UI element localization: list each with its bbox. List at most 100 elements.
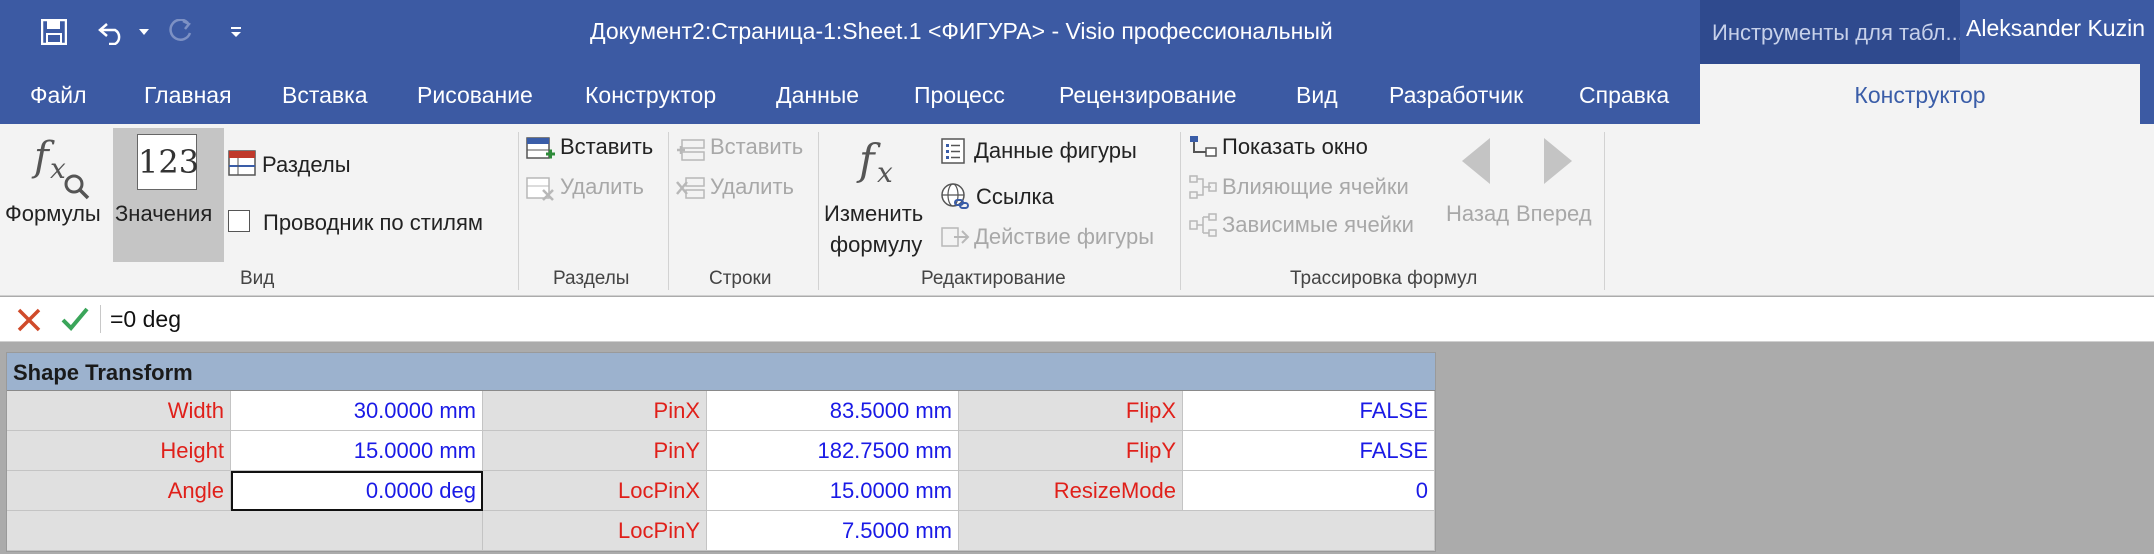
back-arrow-icon [1458,136,1494,191]
group-label-rows: Строки [709,268,772,289]
accept-icon[interactable] [60,305,90,338]
insert-row-icon [676,138,706,167]
empty-cell [959,511,1435,551]
formula-input[interactable]: =0 deg [110,306,181,333]
forward-arrow-icon [1540,136,1576,191]
user-name[interactable]: Aleksander Kuzin [1966,15,2145,42]
cell-value[interactable]: 7.5000 mm [707,511,959,551]
group-label-tracing: Трассировка формул [1290,268,1478,289]
save-icon[interactable] [34,14,74,50]
section-header[interactable]: Shape Transform [7,353,1435,391]
svg-text:x: x [877,156,893,189]
tab-review[interactable]: Рецензирование [1059,82,1237,109]
link-icon [940,182,970,215]
tab-design[interactable]: Конструктор [585,82,716,109]
tab-developer[interactable]: Разработчик [1389,82,1523,109]
undo-dropdown-icon[interactable] [134,14,154,50]
forward-button[interactable]: Вперед [1516,201,1592,227]
trace-dependents-icon [1188,212,1218,245]
insert-section-button[interactable]: Вставить [560,134,653,160]
cell-label[interactable]: Angle [7,471,231,511]
cell-value[interactable]: 182.7500 mm [707,431,959,471]
group-label-editing: Редактирование [921,268,1066,289]
formula-bar-divider [100,305,101,333]
show-window-button[interactable]: Показать окно [1222,134,1368,160]
tab-process[interactable]: Процесс [914,82,1005,109]
cell-value[interactable]: 30.0000 mm [231,391,483,431]
contextual-tab-group: Инструменты для табл... [1700,0,1960,64]
tab-help[interactable]: Справка [1579,82,1669,109]
cancel-icon[interactable] [16,307,42,338]
shapesheet-area: Shape Transform Width 30.0000 mm PinX 83… [0,342,2154,554]
empty-cell [7,511,483,551]
document-title: Документ2:Страница-1:Sheet.1 <ФИГУРА> - … [590,18,1333,44]
cell-label[interactable]: PinY [483,431,707,471]
style-explorer-checkbox[interactable] [228,210,250,232]
formulas-button[interactable]: Формулы [5,201,101,227]
cell-value[interactable]: 83.5000 mm [707,391,959,431]
sections-icon [228,150,256,181]
shape-action-button[interactable]: Действие фигуры [974,224,1154,250]
formula-bar: =0 deg [0,297,2154,342]
delete-row-icon [676,176,706,205]
group-separator [668,132,669,290]
redo-icon [160,14,200,50]
group-label-view: Вид [240,268,275,289]
tab-draw[interactable]: Рисование [417,82,533,109]
cell-label[interactable]: FlipY [959,431,1183,471]
edit-formula-icon: f x [855,134,907,199]
link-button[interactable]: Ссылка [976,184,1054,210]
cell-label[interactable]: FlipX [959,391,1183,431]
cell-value[interactable]: 15.0000 mm [231,431,483,471]
cell-label[interactable]: ResizeMode [959,471,1183,511]
cell-value[interactable]: 15.0000 mm [707,471,959,511]
tab-insert[interactable]: Вставка [282,82,368,109]
shapesheet-section: Shape Transform Width 30.0000 mm PinX 83… [6,352,1436,552]
values-icon: 123 [137,134,199,190]
group-separator [1604,132,1605,290]
edit-formula-button-line2[interactable]: формулу [830,232,922,258]
edit-formula-button[interactable]: Изменить [824,201,923,227]
ribbon: f x Формулы 123 Значения Разделы Проводн… [0,124,2154,296]
cell-label[interactable]: LocPinX [483,471,707,511]
values-button[interactable]: Значения [115,201,212,227]
delete-section-button[interactable]: Удалить [560,174,644,200]
trace-dependents-button[interactable]: Зависимые ячейки [1222,212,1414,238]
delete-section-icon [526,176,556,207]
group-separator [518,132,519,290]
trace-precedents-icon [1188,174,1218,207]
group-separator [1180,132,1181,290]
cell-value[interactable]: FALSE [1183,431,1435,471]
shape-action-icon [940,224,970,255]
svg-text:x: x [50,152,66,185]
shape-data-icon [940,138,968,169]
undo-icon[interactable] [92,14,132,50]
cell-value[interactable]: 0 [1183,471,1435,511]
trace-precedents-button[interactable]: Влияющие ячейки [1222,174,1409,200]
sections-button[interactable]: Разделы [262,152,351,178]
tab-view[interactable]: Вид [1296,82,1338,109]
cell-label[interactable]: LocPinY [483,511,707,551]
tab-data[interactable]: Данные [776,82,859,109]
delete-row-button[interactable]: Удалить [710,174,794,200]
cell-value-selected[interactable]: 0.0000 deg [231,471,483,511]
show-window-icon [1188,134,1218,165]
cell-label[interactable]: Height [7,431,231,471]
tab-shapesheet-design[interactable]: Конструктор [1700,64,2140,124]
tab-bar-end [2140,64,2154,124]
tab-home[interactable]: Главная [144,82,232,109]
customize-qat-icon[interactable] [224,14,248,50]
formulas-icon: f x [30,132,94,207]
section-title: Shape Transform [13,360,193,385]
cell-label[interactable]: Width [7,391,231,431]
tab-file[interactable]: Файл [30,82,87,109]
insert-row-button[interactable]: Вставить [710,134,803,160]
shape-data-button[interactable]: Данные фигуры [974,138,1137,164]
values-icon-text: 123 [137,134,199,190]
cell-value[interactable]: FALSE [1183,391,1435,431]
group-separator [818,132,819,290]
back-button[interactable]: Назад [1446,201,1509,227]
cell-label[interactable]: PinX [483,391,707,431]
style-explorer-label[interactable]: Проводник по стилям [263,210,483,236]
group-label-sections: Разделы [553,268,630,289]
